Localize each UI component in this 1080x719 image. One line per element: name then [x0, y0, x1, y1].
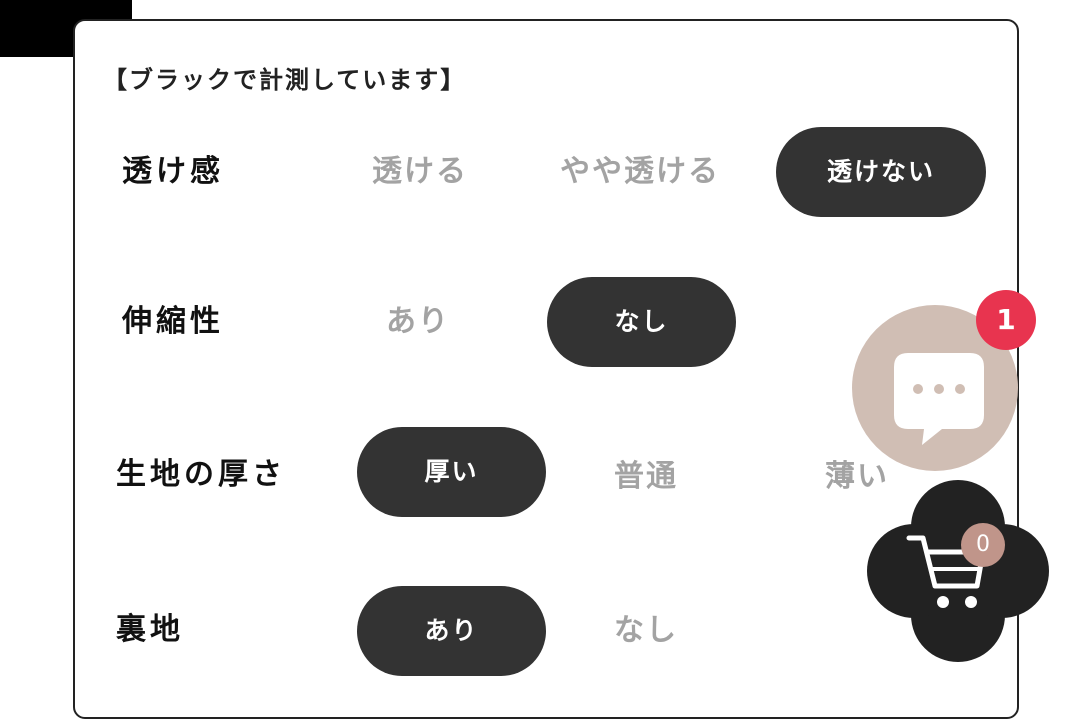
option-normal[interactable]: 普通: [586, 432, 706, 522]
row-label-transparency: 透け感: [122, 154, 224, 189]
option-thick[interactable]: 厚い: [357, 427, 546, 517]
option-stretch-no[interactable]: なし: [547, 277, 736, 367]
option-stretch-yes[interactable]: あり: [358, 277, 478, 367]
option-lining-yes[interactable]: あり: [357, 586, 546, 676]
row-label-thickness: 生地の厚さ: [116, 457, 286, 492]
measurement-note: 【ブラックで計測しています】: [103, 66, 467, 94]
option-slightly-transparent[interactable]: やや透ける: [545, 127, 735, 217]
option-not-transparent[interactable]: 透けない: [776, 127, 986, 217]
cart-button[interactable]: [865, 478, 1051, 664]
chat-badge: 1: [976, 290, 1036, 350]
option-lining-no[interactable]: なし: [586, 586, 706, 676]
cart-icon: [867, 480, 1049, 662]
cart-count-badge: 0: [961, 523, 1005, 567]
option-transparent[interactable]: 透ける: [350, 127, 490, 217]
row-label-stretch: 伸縮性: [122, 304, 224, 339]
row-label-lining: 裏地: [116, 612, 184, 647]
